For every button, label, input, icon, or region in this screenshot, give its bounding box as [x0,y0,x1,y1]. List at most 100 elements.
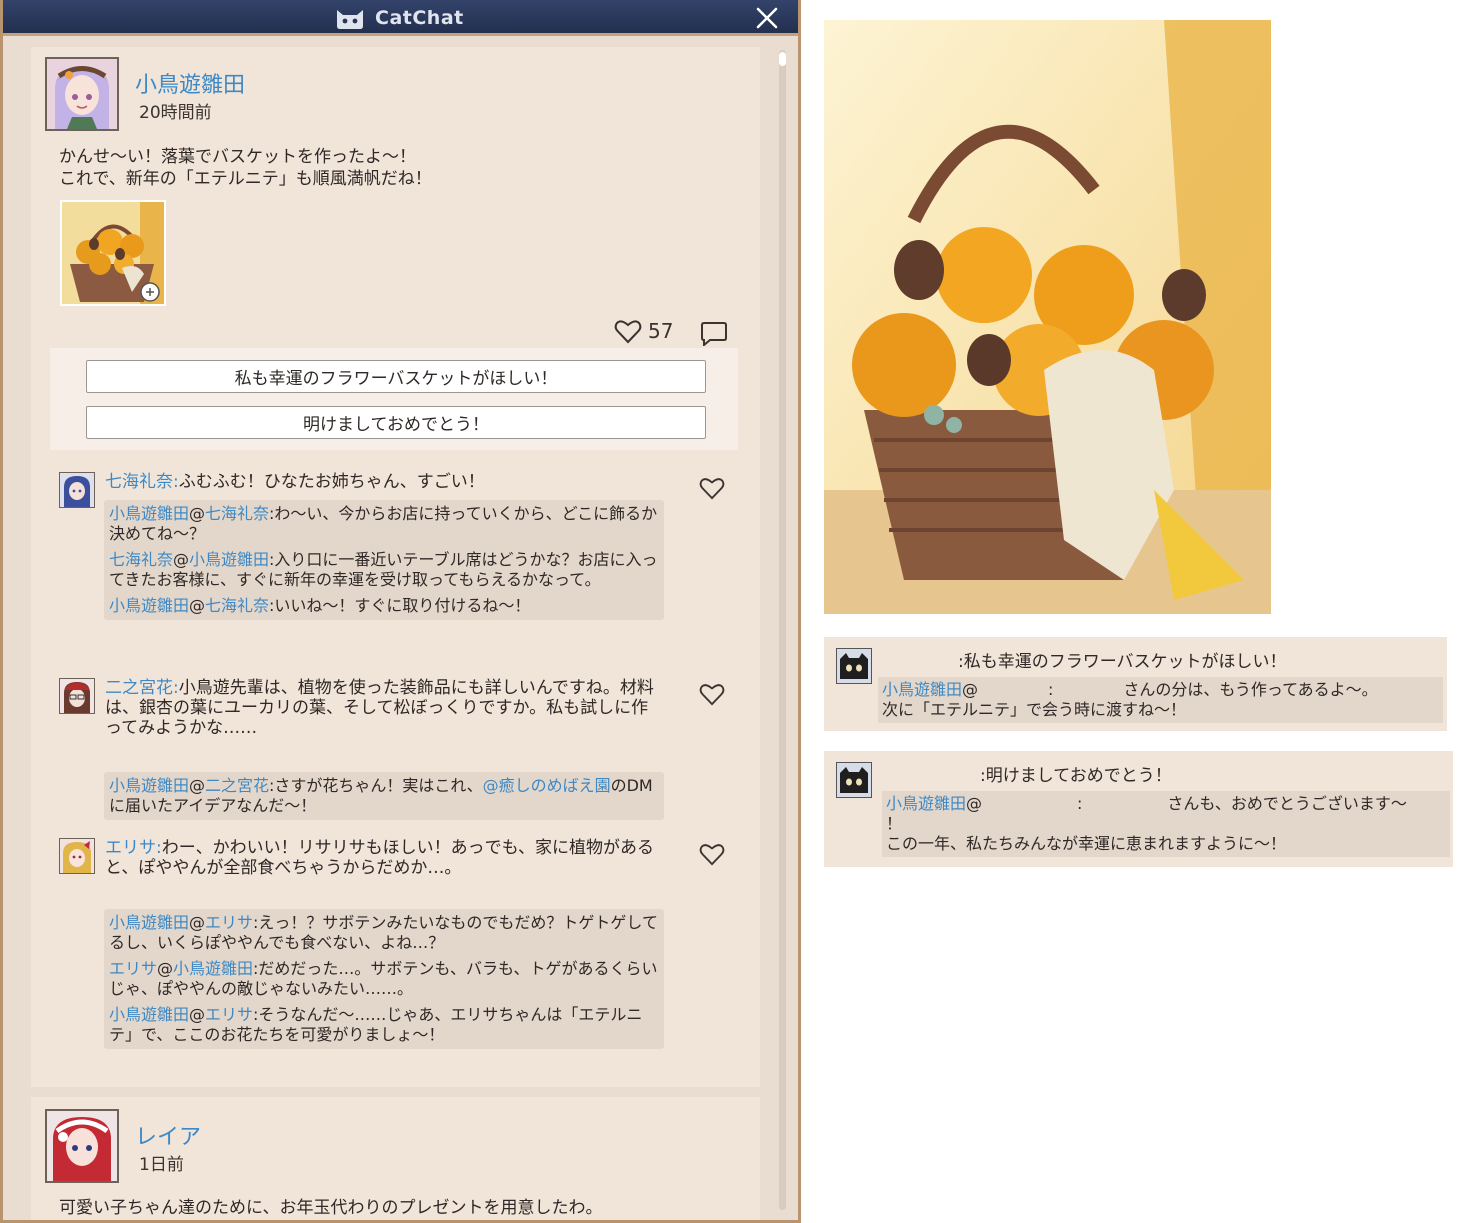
thread-reply: 小鳥遊雛田@エリサ:そうなんだ〜……じゃあ、エリサちゃんは「エテルニテ」で、ここ… [109,1005,643,1044]
post-time: 20時間前 [139,103,212,123]
cat-avatar [836,648,872,684]
commenter-name[interactable]: 七海礼奈: [105,472,179,492]
black-cat-icon [837,649,871,683]
reply-text: いいね〜！すぐに取り付けるね〜！ [274,596,531,615]
post-card: 小鳥遊雛田 20時間前 かんせ〜い！落葉でバスケットを作ったよ〜！ これで、新年… [31,47,760,1087]
reply-text: さんも、おめでとうございます〜 [1167,794,1407,813]
reply-text: さすが花ちゃん！実はこれ、 [274,776,483,795]
thread-reply-continued: ！ [886,814,903,833]
post-author[interactable]: 小鳥遊雛田 [135,67,245,99]
thread-reply: 七海礼奈@小鳥遊雛田:入り口に一番近いテーブル席はどうかな？お店に入ってきたお客… [109,550,658,589]
thread-reply: 小鳥遊雛田@七海礼奈:わ〜い、今からお店に持っていくから、どこに飾るか決めてね〜… [109,504,658,543]
reply-author[interactable]: 小鳥遊雛田 [886,794,966,813]
avatar-image [60,839,94,873]
reply-target[interactable]: 七海礼奈 [205,596,269,615]
reply-option-label: :明けましておめでとう！ [980,766,1172,786]
cat-avatar [836,762,872,798]
commenter-name[interactable]: エリサ: [105,838,162,858]
heart-icon[interactable] [699,842,725,866]
reply-thread: 小鳥遊雛田@: さんの分は、もう作ってあるよ〜。 次に「エテルニテ」で会う時に渡す… [878,677,1443,723]
avatar-image [60,679,94,713]
thread-reply: 小鳥遊雛田@: さんの分は、もう作ってあるよ〜。 [882,680,1439,700]
reply-thread: 小鳥遊雛田@二之宮花:さすが花ちゃん！実はこれ、@癒しのめばえ園のDMに届いたア… [104,772,664,820]
reply-target[interactable]: 七海礼奈 [205,504,269,523]
reply-author[interactable]: 七海礼奈 [109,550,173,569]
comment-text: エリサ:わー、かわいい！リサリサもほしい！あっでも、家に植物があると、ぽややんが… [105,838,665,878]
thread-reply: 小鳥遊雛田@: さんも、おめでとうございます〜 [886,794,1446,814]
comment-icon[interactable] [700,320,728,346]
avatar[interactable] [45,57,119,131]
title-bar: CatChat [3,0,798,36]
heart-icon[interactable] [699,476,725,500]
commenter-avatar[interactable] [59,838,95,874]
scrollbar[interactable] [779,50,786,1210]
mention-link[interactable]: @癒しのめばえ園 [483,776,611,795]
reply-option-button[interactable]: 明けましておめでとう！ [86,406,706,439]
reply-thread: 小鳥遊雛田@七海礼奈:わ〜い、今からお店に持っていくから、どこに飾るか決めてね〜… [104,500,664,620]
enlarged-post-image [824,20,1271,614]
like-count: 57 [648,319,674,343]
app-title-group: CatChat [333,4,464,32]
comment-body: 小鳥遊先輩は、植物を使った装飾品にも詳しいんですね。材料は、銀杏の葉にユーカリの… [105,678,654,738]
reply-author[interactable]: 小鳥遊雛田 [109,596,189,615]
comment-body: わー、かわいい！リサリサもほしい！あっでも、家に植物があると、ぽややんが全部食べ… [105,838,655,878]
reply-option-button[interactable]: 私も幸運のフラワーバスケットがほしい！ [86,360,706,393]
reply-preview-card: :明けましておめでとう！ 小鳥遊雛田@: さんも、おめでとうございます〜 ！ この… [824,751,1453,867]
cat-logo-icon [337,10,363,29]
app-title: CatChat [375,7,464,29]
comment-text: 二之宮花:小鳥遊先輩は、植物を使った装飾品にも詳しいんですね。材料は、銀杏の葉に… [105,678,665,738]
avatar-image [60,473,94,507]
reply-target[interactable]: エリサ [205,1005,253,1024]
post-author[interactable]: レイア [135,1119,201,1151]
post-body: かんせ〜い！落葉でバスケットを作ったよ〜！ これで、新年の「エテルニテ」も順風満… [59,147,432,189]
comment: 七海礼奈:ふむふむ！ひなたお姉ちゃん、すごい！ 小鳥遊雛田@七海礼奈:わ〜い、今… [59,472,725,662]
like-button[interactable]: 57 [614,318,673,344]
reply-author[interactable]: 小鳥遊雛田 [109,913,189,932]
avatar[interactable] [45,1109,119,1183]
heart-icon[interactable] [699,682,725,706]
reply-option-label: :私も幸運のフラワーバスケットがほしい！ [958,652,1287,672]
reply-target[interactable]: 小鳥遊雛田 [189,550,269,569]
thread-reply: 小鳥遊雛田@七海礼奈:いいね〜！すぐに取り付けるね〜！ [109,596,531,615]
reply-options: 私も幸運のフラワーバスケットがほしい！ 明けましておめでとう！ [50,348,738,450]
reply-author[interactable]: 小鳥遊雛田 [109,504,189,523]
thread-reply: 小鳥遊雛田@二之宮花:さすが花ちゃん！実はこれ、@癒しのめばえ園のDMに届いたア… [109,776,653,815]
reply-at: @ [966,794,983,813]
scroll-thumb[interactable] [779,52,786,66]
thread-reply: 小鳥遊雛田@エリサ:えっ！？サボテンみたいなものでもだめ？トゲトゲしてるし、いく… [109,913,658,952]
commenter-avatar[interactable] [59,678,95,714]
feed[interactable]: 小鳥遊雛田 20時間前 かんせ〜い！落葉でバスケットを作ったよ〜！ これで、新年… [3,39,783,1220]
basket-thumbnail-image [62,202,164,304]
thread-reply: エリサ@小鳥遊雛田:だめだった…。サボテンも、バラも、トゲがあるくらいじゃ、ぽや… [109,959,658,998]
reply-author[interactable]: エリサ [109,959,157,978]
post-time: 1日前 [139,1155,184,1175]
comment: 二之宮花:小鳥遊先輩は、植物を使った装飾品にも詳しいんですね。材料は、銀杏の葉に… [59,678,725,828]
reply-at: @ [962,680,979,699]
post-card: レイア 1日前 可愛い子ちゃん達のために、お年玉代わりのプレゼントを用意したわ。 [31,1097,760,1220]
avatar-image [47,1111,117,1181]
reply-author[interactable]: 小鳥遊雛田 [109,1005,189,1024]
commenter-avatar[interactable] [59,472,95,508]
close-icon[interactable] [754,5,780,31]
reply-target[interactable]: エリサ [205,913,253,932]
reply-author[interactable]: 小鳥遊雛田 [882,680,962,699]
catchat-window: CatChat 小鳥遊雛田 20時間前 かんせ〜い！落葉でバスケットを作ったよ〜… [0,0,801,1223]
post-body: 可愛い子ちゃん達のために、お年玉代わりのプレゼントを用意したわ。 [59,1198,603,1218]
reply-colon: : [1048,680,1054,699]
black-cat-icon [837,763,871,797]
thread-reply-continued: この一年、私たちみんなが幸運に恵まれますように〜！ [886,834,1287,853]
reply-thread: 小鳥遊雛田@: さんも、おめでとうございます〜 ！ この一年、私たちみんなが幸運に… [882,791,1450,857]
reply-text: そうなんだ〜……じゃあ、エリサちゃんは「エテルニテ」で、ここのお花たちを可愛がり… [109,1005,643,1044]
reply-preview-card: :私も幸運のフラワーバスケットがほしい！ 小鳥遊雛田@: さんの分は、もう作ってあ… [824,637,1447,731]
post-image-thumbnail[interactable] [60,200,166,306]
comment: エリサ:わー、かわいい！リサリサもほしい！あっでも、家に植物があると、ぽややんが… [59,838,725,1078]
commenter-name[interactable]: 二之宮花: [105,678,179,698]
reply-target[interactable]: 小鳥遊雛田 [173,959,253,978]
reply-text: わ〜い、今からお店に持っていくから、どこに飾るか決めてね〜？ [109,504,658,543]
avatar-image [47,59,117,129]
reply-author[interactable]: 小鳥遊雛田 [109,776,189,795]
reply-target[interactable]: 二之宮花 [205,776,269,795]
reply-text: さんの分は、もう作ってあるよ〜。 [1123,680,1378,699]
reply-thread: 小鳥遊雛田@エリサ:えっ！？サボテンみたいなものでもだめ？トゲトゲしてるし、いく… [104,909,664,1049]
reply-colon: : [1077,794,1083,813]
